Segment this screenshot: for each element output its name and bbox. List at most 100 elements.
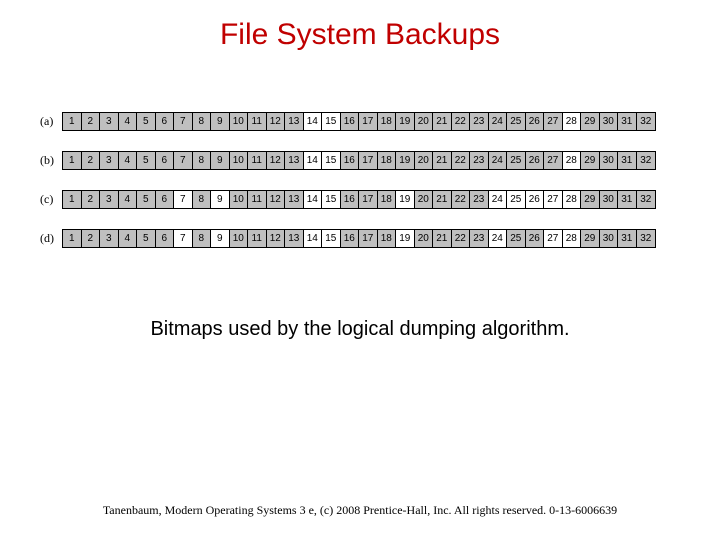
row-label: (c) bbox=[40, 192, 62, 207]
bitmap-cell: 7 bbox=[174, 191, 193, 208]
bitmap-cell: 31 bbox=[618, 113, 637, 130]
bitmap-figure: (a)1234567891011121314151617181920212223… bbox=[40, 112, 720, 248]
bitmap-cell: 6 bbox=[156, 191, 175, 208]
bitmap-cell: 28 bbox=[563, 191, 582, 208]
bitmap-cell: 15 bbox=[322, 113, 341, 130]
bitmap-cell: 15 bbox=[322, 191, 341, 208]
bitmap-cell: 25 bbox=[507, 230, 526, 247]
bitmap-cell: 5 bbox=[137, 191, 156, 208]
bitmap-cell: 28 bbox=[563, 152, 582, 169]
bitmap-cell: 27 bbox=[544, 113, 563, 130]
bitmap-row: (c)1234567891011121314151617181920212223… bbox=[40, 190, 720, 209]
bitmap-cell: 4 bbox=[119, 152, 138, 169]
bitmap-cell: 4 bbox=[119, 113, 138, 130]
bitmap-cell: 13 bbox=[285, 230, 304, 247]
bitmap-cell: 20 bbox=[415, 230, 434, 247]
bitmap-cell: 29 bbox=[581, 152, 600, 169]
bitmap-cell: 16 bbox=[341, 191, 360, 208]
bitmap-cell: 12 bbox=[267, 113, 286, 130]
bitmap-cell: 10 bbox=[230, 152, 249, 169]
bitmap-cell: 14 bbox=[304, 113, 323, 130]
bitmap-cell: 26 bbox=[526, 191, 545, 208]
bitmap-cell: 17 bbox=[359, 113, 378, 130]
bitmap-cell: 32 bbox=[637, 230, 656, 247]
bitmap-cell: 17 bbox=[359, 191, 378, 208]
bitmap-cell: 19 bbox=[396, 230, 415, 247]
row-label: (d) bbox=[40, 231, 62, 246]
bitmap-cell: 23 bbox=[470, 152, 489, 169]
bitmap-cell: 20 bbox=[415, 191, 434, 208]
bitmap-cell: 3 bbox=[100, 230, 119, 247]
bitmap-cell: 13 bbox=[285, 191, 304, 208]
bitmap-cell: 9 bbox=[211, 191, 230, 208]
bitmap-cell: 25 bbox=[507, 152, 526, 169]
bitmap-cell: 28 bbox=[563, 113, 582, 130]
bitmap-cell: 6 bbox=[156, 230, 175, 247]
bitmap-cell: 18 bbox=[378, 113, 397, 130]
bitmap-cell: 10 bbox=[230, 113, 249, 130]
bitmap-cell: 14 bbox=[304, 152, 323, 169]
bitmap-cell: 30 bbox=[600, 230, 619, 247]
bitmap-cell: 11 bbox=[248, 152, 267, 169]
bitmap-cell: 27 bbox=[544, 230, 563, 247]
bitmap-cell: 13 bbox=[285, 113, 304, 130]
bitmap-cell: 26 bbox=[526, 152, 545, 169]
bitmap-cell: 2 bbox=[82, 191, 101, 208]
bitmap-row: (a)1234567891011121314151617181920212223… bbox=[40, 112, 720, 131]
bitmap-cell: 10 bbox=[230, 230, 249, 247]
bitmap-cell: 9 bbox=[211, 152, 230, 169]
bitmap-cell: 5 bbox=[137, 230, 156, 247]
bitmap-cell: 24 bbox=[489, 113, 508, 130]
bitmap-cells: 1234567891011121314151617181920212223242… bbox=[62, 190, 656, 209]
bitmap-cell: 19 bbox=[396, 113, 415, 130]
bitmap-cell: 31 bbox=[618, 230, 637, 247]
bitmap-cell: 6 bbox=[156, 152, 175, 169]
bitmap-cell: 2 bbox=[82, 113, 101, 130]
bitmap-cell: 2 bbox=[82, 152, 101, 169]
bitmap-cell: 22 bbox=[452, 230, 471, 247]
bitmap-cell: 12 bbox=[267, 152, 286, 169]
figure-caption: Bitmaps used by the logical dumping algo… bbox=[0, 318, 720, 341]
bitmap-cell: 16 bbox=[341, 152, 360, 169]
bitmap-cells: 1234567891011121314151617181920212223242… bbox=[62, 151, 656, 170]
bitmap-cell: 6 bbox=[156, 113, 175, 130]
bitmap-cell: 8 bbox=[193, 113, 212, 130]
bitmap-cell: 12 bbox=[267, 191, 286, 208]
row-label: (a) bbox=[40, 114, 62, 129]
bitmap-cell: 21 bbox=[433, 230, 452, 247]
bitmap-cell: 30 bbox=[600, 191, 619, 208]
bitmap-cell: 19 bbox=[396, 152, 415, 169]
bitmap-cell: 23 bbox=[470, 230, 489, 247]
bitmap-cell: 30 bbox=[600, 113, 619, 130]
bitmap-cell: 18 bbox=[378, 230, 397, 247]
bitmap-cell: 15 bbox=[322, 152, 341, 169]
bitmap-cell: 5 bbox=[137, 152, 156, 169]
bitmap-cell: 29 bbox=[581, 191, 600, 208]
bitmap-cell: 31 bbox=[618, 191, 637, 208]
row-label: (b) bbox=[40, 153, 62, 168]
bitmap-cell: 23 bbox=[470, 191, 489, 208]
bitmap-cell: 31 bbox=[618, 152, 637, 169]
bitmap-cell: 8 bbox=[193, 191, 212, 208]
bitmap-cell: 27 bbox=[544, 152, 563, 169]
bitmap-cell: 8 bbox=[193, 230, 212, 247]
bitmap-cell: 16 bbox=[341, 230, 360, 247]
bitmap-cell: 22 bbox=[452, 191, 471, 208]
bitmap-cells: 1234567891011121314151617181920212223242… bbox=[62, 229, 656, 248]
bitmap-cell: 17 bbox=[359, 152, 378, 169]
bitmap-cell: 21 bbox=[433, 152, 452, 169]
bitmap-cell: 29 bbox=[581, 113, 600, 130]
bitmap-cell: 11 bbox=[248, 230, 267, 247]
bitmap-cell: 27 bbox=[544, 191, 563, 208]
bitmap-cell: 4 bbox=[119, 191, 138, 208]
bitmap-cell: 11 bbox=[248, 191, 267, 208]
bitmap-cell: 5 bbox=[137, 113, 156, 130]
bitmap-cell: 23 bbox=[470, 113, 489, 130]
slide-title: File System Backups bbox=[0, 0, 720, 52]
bitmap-cell: 32 bbox=[637, 113, 656, 130]
bitmap-cell: 22 bbox=[452, 152, 471, 169]
bitmap-cell: 24 bbox=[489, 152, 508, 169]
bitmap-cell: 18 bbox=[378, 191, 397, 208]
bitmap-cell: 18 bbox=[378, 152, 397, 169]
bitmap-cell: 1 bbox=[63, 113, 82, 130]
